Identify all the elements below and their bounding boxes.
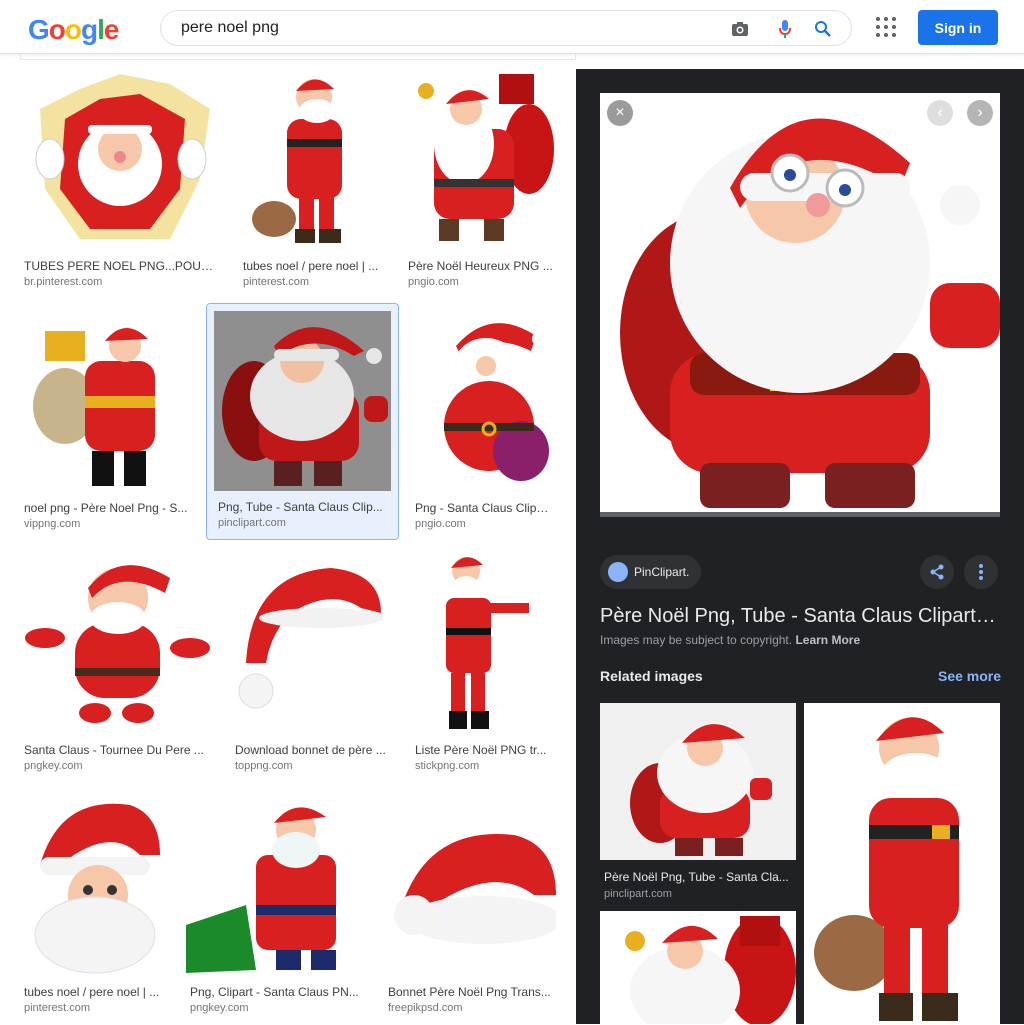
related-image[interactable] [600, 911, 796, 1024]
copyright-text: Images may be subject to copyright. [600, 633, 793, 647]
result-thumbnail[interactable] [20, 311, 194, 491]
image-results-grid: TUBES PERE NOEL PNG...POUR ... br.pinter… [0, 60, 576, 1024]
search-icon[interactable] [812, 18, 834, 40]
result-title[interactable]: noel png - Père Noel Png - S... [24, 501, 190, 515]
result-source: pngkey.com [24, 760, 83, 772]
result-card[interactable]: TUBES PERE NOEL PNG...POUR ... br.pinter… [20, 69, 219, 299]
result-source: pngkey.com [190, 1002, 249, 1014]
result-source: br.pinterest.com [24, 276, 103, 288]
result-thumbnail[interactable] [411, 553, 556, 733]
camera-icon[interactable] [729, 18, 751, 40]
share-icon[interactable] [920, 555, 954, 589]
image-preview-panel: × ‹ › PinClipart. Père Noël Png, Tube - … [576, 69, 1024, 1024]
more-vert-icon[interactable] [964, 555, 998, 589]
result-source: pinclipart.com [218, 517, 286, 529]
result-thumbnail[interactable] [231, 553, 391, 733]
result-source: pinterest.com [24, 1002, 91, 1014]
logo-letter: o [64, 14, 82, 45]
related-image-source: pinclipart.com [604, 888, 672, 900]
result-card[interactable]: tubes noel / pere noel | ... pinterest.c… [239, 69, 384, 299]
result-title[interactable]: Png - Santa Claus Clipa... [415, 501, 553, 515]
result-title[interactable]: TUBES PERE NOEL PNG...POUR ... [24, 259, 214, 273]
apps-grid-icon[interactable] [874, 15, 898, 39]
result-card[interactable]: Png, Clipart - Santa Claus PN... pngkey.… [186, 795, 364, 1025]
result-card[interactable]: Bonnet Père Noël Png Trans... freepikpsd… [384, 795, 556, 1025]
result-title[interactable]: tubes noel / pere noel | ... [243, 259, 381, 273]
result-card-selected[interactable]: Png, Tube - Santa Claus Clip... pinclipa… [206, 303, 399, 540]
related-images-heading: Related images [600, 668, 703, 684]
result-thumbnail[interactable] [239, 69, 384, 249]
source-name: PinClipart. [634, 565, 690, 579]
learn-more-link[interactable]: Learn More [795, 633, 860, 647]
result-title[interactable]: Download bonnet de père ... [235, 743, 387, 757]
result-title[interactable]: Liste Père Noël PNG tr... [415, 743, 553, 757]
result-card[interactable]: Liste Père Noël PNG tr... stickpng.com [411, 553, 556, 783]
copyright-notice: Images may be subject to copyright. Lear… [600, 633, 860, 647]
microphone-icon[interactable] [774, 18, 796, 40]
sign-in-button[interactable]: Sign in [918, 10, 998, 45]
top-bar: Google Sign in [0, 0, 1024, 54]
result-title[interactable]: Père Noël Heureux PNG ... [408, 259, 553, 273]
result-thumbnail[interactable] [411, 311, 556, 491]
logo-letter: g [81, 14, 98, 45]
result-card[interactable]: Santa Claus - Tournee Du Pere ... pngkey… [20, 553, 211, 783]
result-title[interactable]: tubes noel / pere noel | ... [24, 985, 164, 999]
result-thumbnail[interactable] [186, 795, 364, 975]
result-source: pinterest.com [243, 276, 310, 288]
result-title[interactable]: Png, Clipart - Santa Claus PN... [190, 985, 362, 999]
globe-icon [608, 562, 628, 582]
result-source: pngio.com [408, 276, 459, 288]
result-card[interactable]: Png - Santa Claus Clipa... pngio.com [411, 311, 556, 541]
result-source: toppng.com [235, 760, 293, 772]
result-thumbnail[interactable] [20, 795, 166, 975]
result-thumbnail[interactable] [384, 795, 556, 975]
see-more-link[interactable]: See more [938, 668, 1001, 684]
related-image-title[interactable]: Père Noël Png, Tube - Santa Cla... [604, 870, 792, 884]
result-thumbnail[interactable] [214, 311, 391, 491]
result-card[interactable]: Download bonnet de père ... toppng.com [231, 553, 391, 783]
chevron-left-icon[interactable]: ‹ [927, 100, 953, 126]
result-card[interactable]: tubes noel / pere noel | ... pinterest.c… [20, 795, 166, 1025]
logo-letter: o [48, 14, 66, 45]
related-image[interactable] [600, 703, 796, 860]
search-input[interactable] [181, 11, 721, 45]
result-source: pngio.com [415, 518, 466, 530]
result-title[interactable]: Bonnet Père Noël Png Trans... [388, 985, 554, 999]
result-source: vippng.com [24, 518, 81, 530]
preview-title[interactable]: Père Noël Png, Tube - Santa Claus Clipar… [600, 605, 1000, 628]
logo-letter: l [97, 14, 105, 45]
google-logo[interactable]: Google [28, 14, 120, 46]
result-source: stickpng.com [415, 760, 480, 772]
result-source: freepikpsd.com [388, 1002, 463, 1014]
logo-letter: e [103, 14, 120, 45]
result-thumbnail[interactable] [404, 69, 556, 249]
result-thumbnail[interactable] [20, 553, 211, 733]
close-icon[interactable]: × [607, 100, 633, 126]
result-title[interactable]: Png, Tube - Santa Claus Clip... [218, 500, 392, 514]
preview-image[interactable] [600, 93, 1000, 517]
chevron-right-icon[interactable]: › [967, 100, 993, 126]
search-box [160, 10, 852, 46]
logo-letter: G [28, 14, 50, 45]
preview-divider [600, 512, 1000, 517]
result-title[interactable]: Santa Claus - Tournee Du Pere ... [24, 743, 207, 757]
result-card[interactable]: Père Noël Heureux PNG ... pngio.com [404, 69, 556, 299]
result-card[interactable]: noel png - Père Noel Png - S... vippng.c… [20, 311, 194, 541]
result-thumbnail[interactable] [20, 69, 219, 249]
source-chip[interactable]: PinClipart. [600, 555, 702, 589]
related-image[interactable] [804, 703, 1000, 1024]
